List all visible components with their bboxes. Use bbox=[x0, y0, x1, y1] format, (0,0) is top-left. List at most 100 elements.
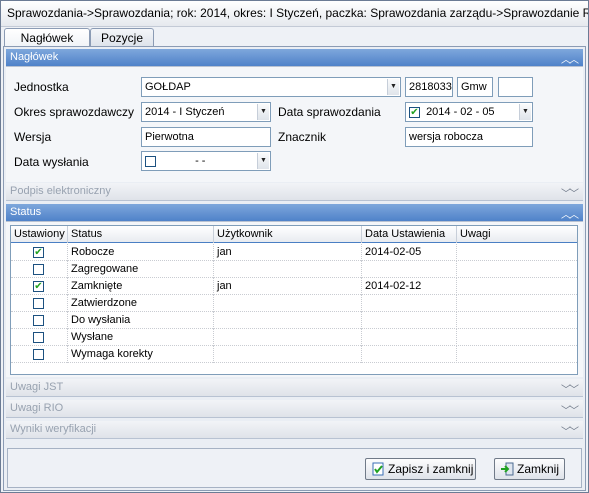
row-cell-status: Wymaga korekty bbox=[68, 346, 214, 363]
znacznik-field[interactable]: wersja robocza bbox=[405, 127, 533, 147]
save-close-button[interactable]: Zapisz i zamknij bbox=[365, 458, 476, 480]
checked-checkbox[interactable]: ✔ bbox=[33, 246, 44, 258]
panel-status-body: Ustawiony Status Użytkownik Data Ustawie… bbox=[6, 222, 583, 377]
unchecked-checkbox[interactable] bbox=[33, 297, 44, 309]
znacznik-label: Znacznik bbox=[278, 130, 327, 144]
status-grid: Ustawiony Status Użytkownik Data Ustawie… bbox=[10, 225, 578, 375]
panel-status-title: Status bbox=[10, 206, 42, 218]
table-row[interactable]: Do wysłania bbox=[11, 312, 577, 329]
row-cell-notes bbox=[457, 244, 577, 261]
data-sprawozdania-picker[interactable]: ✔ 2014 - 02 - 05 ▼ bbox=[405, 102, 533, 122]
panel-uwagi-rio-title: Uwagi RIO bbox=[10, 402, 64, 414]
data-wyslania-label: Data wysłania bbox=[14, 155, 89, 169]
collapse-chevron-icon[interactable]: ︿︿ bbox=[561, 206, 579, 221]
data-wyslania-picker[interactable]: - - ▼ bbox=[141, 151, 271, 171]
col-header-uzytkownik[interactable]: Użytkownik bbox=[214, 226, 362, 243]
row-cell-user bbox=[214, 346, 362, 363]
data-wyslania-checkbox[interactable] bbox=[145, 155, 156, 167]
wersja-field[interactable]: Pierwotna bbox=[141, 127, 271, 147]
expand-chevron-icon[interactable]: ﹀﹀ bbox=[561, 381, 579, 396]
row-cell-status: Do wysłania bbox=[68, 312, 214, 329]
table-row[interactable]: Zatwierdzone bbox=[11, 295, 577, 312]
status-grid-header: Ustawiony Status Użytkownik Data Ustawie… bbox=[11, 226, 577, 243]
panel-uwagi-jst-title: Uwagi JST bbox=[10, 381, 64, 393]
table-row[interactable]: ✔ Robocze jan 2014-02-05 bbox=[11, 244, 577, 261]
panel-uwagi-jst-header[interactable]: Uwagi JST ﹀﹀ bbox=[6, 379, 583, 397]
wersja-value: Pierwotna bbox=[145, 131, 194, 143]
tab-naglowek-label: Nagłówek bbox=[20, 31, 74, 45]
okres-label: Okres sprawozdawczy bbox=[14, 105, 135, 119]
chevron-down-icon[interactable]: ▼ bbox=[519, 104, 531, 120]
row-checkbox-cell bbox=[11, 312, 68, 329]
unchecked-checkbox[interactable] bbox=[33, 314, 44, 326]
wersja-label: Wersja bbox=[14, 130, 52, 144]
row-checkbox-cell: ✔ bbox=[11, 244, 68, 261]
row-cell-status: Robocze bbox=[68, 244, 214, 261]
jednostka-type: Gmw bbox=[461, 81, 487, 93]
table-row[interactable]: ✔ Zamknięte jan 2014-02-12 bbox=[11, 278, 577, 295]
panel-uwagi-rio-header[interactable]: Uwagi RIO ﹀﹀ bbox=[6, 400, 583, 418]
panel-status-header[interactable]: Status ︿︿ bbox=[6, 204, 583, 222]
chevron-down-icon[interactable]: ▼ bbox=[387, 79, 399, 95]
jednostka-combo[interactable]: GOŁDAP ▼ bbox=[141, 77, 401, 97]
row-checkbox-cell bbox=[11, 261, 68, 278]
row-cell-date bbox=[362, 312, 457, 329]
jednostka-extra-field[interactable] bbox=[498, 77, 533, 97]
unchecked-checkbox[interactable] bbox=[33, 331, 44, 343]
data-sprawozdania-value: 2014 - 02 - 05 bbox=[426, 106, 495, 118]
table-row[interactable]: Wymaga korekty bbox=[11, 346, 577, 363]
unchecked-checkbox[interactable] bbox=[33, 348, 44, 360]
panel-naglowek-body: Jednostka GOŁDAP ▼ 2818033 Gmw Okres spr… bbox=[6, 67, 583, 182]
row-cell-date: 2014-02-05 bbox=[362, 244, 457, 261]
row-cell-user bbox=[214, 329, 362, 346]
tab-naglowek[interactable]: Nagłówek bbox=[4, 28, 90, 47]
jednostka-label: Jednostka bbox=[14, 80, 69, 94]
row-cell-date: 2014-02-12 bbox=[362, 278, 457, 295]
row-cell-status: Zatwierdzone bbox=[68, 295, 214, 312]
report-window: Sprawozdania->Sprawozdania; rok: 2014, o… bbox=[0, 0, 589, 493]
row-cell-date bbox=[362, 329, 457, 346]
tab-content: Nagłówek ︿︿ Jednostka GOŁDAP ▼ 2818033 G… bbox=[3, 46, 586, 491]
col-header-uwagi[interactable]: Uwagi bbox=[457, 226, 577, 243]
row-cell-status: Zagregowane bbox=[68, 261, 214, 278]
col-header-data[interactable]: Data Ustawienia bbox=[362, 226, 457, 243]
panel-podpis-header[interactable]: Podpis elektroniczny ﹀﹀ bbox=[6, 183, 583, 201]
save-doc-icon bbox=[372, 462, 384, 476]
tab-pozycje-label: Pozycje bbox=[100, 31, 144, 45]
row-cell-notes bbox=[457, 278, 577, 295]
expand-chevron-icon[interactable]: ﹀﹀ bbox=[561, 423, 579, 438]
expand-chevron-icon[interactable]: ﹀﹀ bbox=[561, 185, 579, 200]
panel-wyniki-title: Wyniki weryfikacji bbox=[10, 423, 97, 435]
close-button[interactable]: Zamknij bbox=[494, 458, 565, 480]
chevron-down-icon[interactable]: ▼ bbox=[257, 104, 269, 120]
data-sprawozdania-checkbox[interactable]: ✔ bbox=[409, 106, 420, 118]
unchecked-checkbox[interactable] bbox=[33, 263, 44, 275]
row-cell-notes bbox=[457, 312, 577, 329]
row-checkbox-cell bbox=[11, 329, 68, 346]
button-bar: Zapisz i zamknij Zamknij bbox=[7, 448, 582, 488]
jednostka-code-field[interactable]: 2818033 bbox=[405, 77, 453, 97]
exit-door-icon bbox=[501, 462, 514, 476]
row-cell-user bbox=[214, 261, 362, 278]
znacznik-value: wersja robocza bbox=[409, 131, 483, 143]
data-sprawozdania-label: Data sprawozdania bbox=[278, 105, 381, 119]
chevron-down-icon[interactable]: ▼ bbox=[257, 153, 269, 169]
table-row[interactable]: Zagregowane bbox=[11, 261, 577, 278]
okres-value: 2014 - I Styczeń bbox=[145, 106, 225, 118]
row-cell-notes bbox=[457, 295, 577, 312]
checked-checkbox[interactable]: ✔ bbox=[33, 280, 44, 292]
okres-combo[interactable]: 2014 - I Styczeń ▼ bbox=[141, 102, 271, 122]
collapse-chevron-icon[interactable]: ︿︿ bbox=[561, 51, 579, 66]
col-header-status[interactable]: Status bbox=[68, 226, 214, 243]
expand-chevron-icon[interactable]: ﹀﹀ bbox=[561, 402, 579, 417]
row-cell-notes bbox=[457, 329, 577, 346]
col-header-ustawiony[interactable]: Ustawiony bbox=[11, 226, 68, 243]
window-title: Sprawozdania->Sprawozdania; rok: 2014, o… bbox=[1, 1, 588, 27]
panel-naglowek-header[interactable]: Nagłówek ︿︿ bbox=[6, 49, 583, 67]
table-row[interactable]: Wysłane bbox=[11, 329, 577, 346]
panel-naglowek-title: Nagłówek bbox=[10, 51, 59, 63]
row-checkbox-cell bbox=[11, 295, 68, 312]
panel-wyniki-header[interactable]: Wyniki weryfikacji ﹀﹀ bbox=[6, 421, 583, 439]
jednostka-type-field[interactable]: Gmw bbox=[457, 77, 493, 97]
tab-pozycje[interactable]: Pozycje bbox=[90, 28, 154, 47]
